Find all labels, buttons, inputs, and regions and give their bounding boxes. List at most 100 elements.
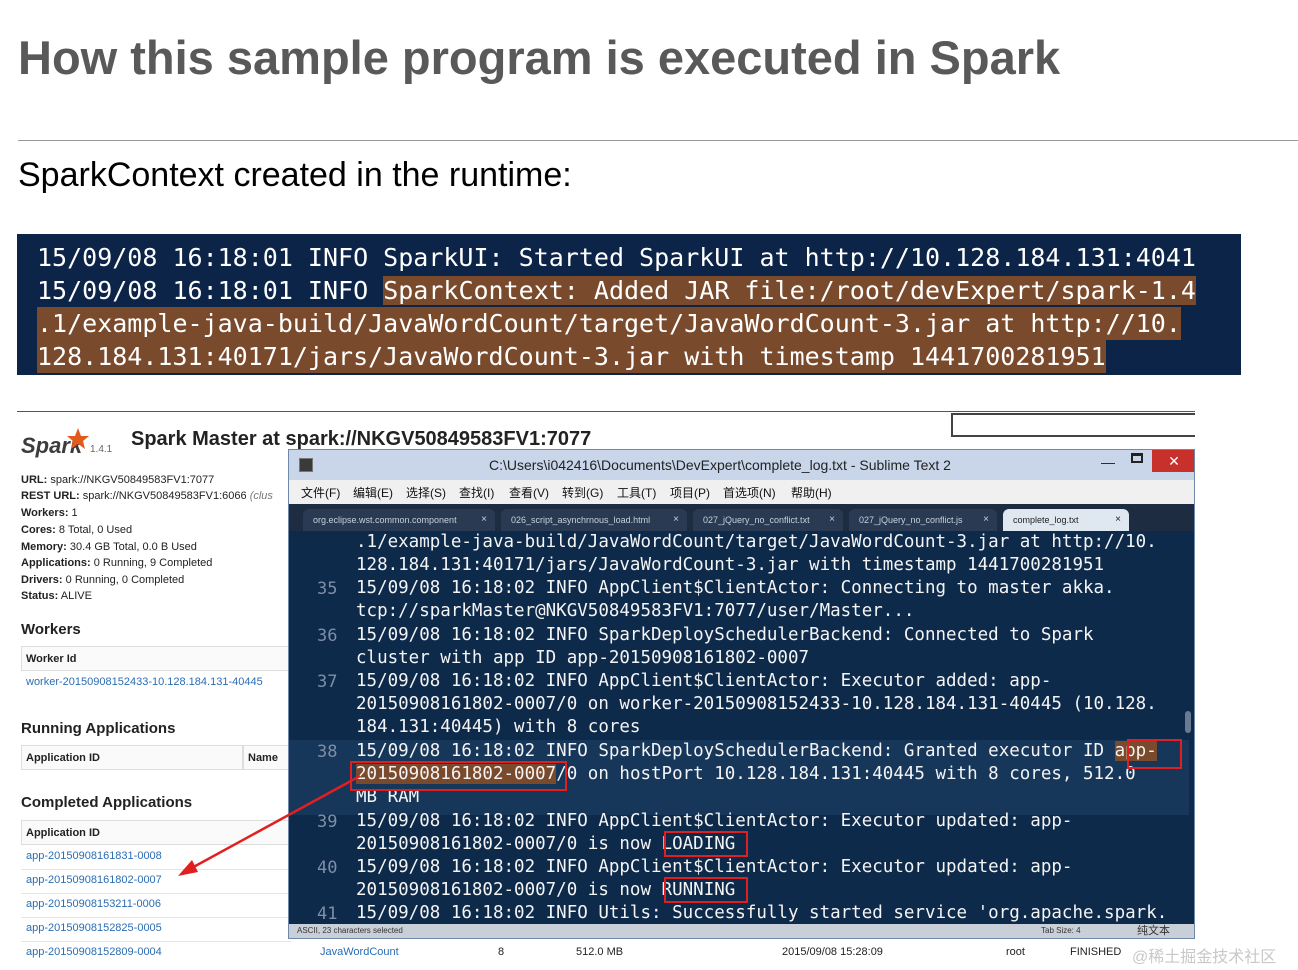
info-value: 8 Total, 0 Used — [58, 524, 133, 536]
app-cores: 8 — [498, 946, 505, 958]
sublime-window: C:\Users\i042416\Documents\DevExpert\com… — [288, 449, 1195, 939]
annotation-box-loading — [664, 831, 748, 857]
tab-eclipse-component[interactable]: org.eclipse.wst.common.component × — [303, 509, 495, 531]
completed-app-link-target[interactable]: app-20150908161802-0007 — [26, 874, 162, 886]
app-user: root — [1006, 946, 1025, 958]
title-divider — [18, 140, 1298, 141]
info-value: spark://NKGV50849583FV1:6066 — [82, 490, 247, 502]
tab-close-icon[interactable]: × — [481, 514, 487, 525]
editor[interactable]: 35 36 37 38 39 40 41 .1/example-java-bui… — [289, 531, 1194, 924]
completed-app-link[interactable]: app-20150908152809-0004 — [26, 946, 162, 958]
log-line-granted: 15/09/08 16:18:02 INFO SparkDeploySchedu… — [356, 741, 1157, 761]
sublime-app-icon[interactable] — [299, 458, 313, 472]
log-line: 15/09/08 16:18:02 INFO AppClient$ClientA… — [356, 811, 1073, 831]
line-number: 38 — [317, 742, 338, 762]
info-status: Status: ALIVE — [21, 590, 92, 602]
tab-label: 026_script_asynchrnous_load.html — [511, 515, 651, 525]
worker-link[interactable]: worker-20150908152433-10.128.184.131-404… — [26, 676, 263, 688]
app-memory: 512.0 MB — [576, 946, 624, 958]
console-selection: SparkContext: Added JAR file:/root/devEx… — [383, 276, 1196, 305]
window-title: C:\Users\i042416\Documents\DevExpert\com… — [489, 457, 951, 473]
info-applications: Applications: 0 Running, 9 Completed — [21, 557, 212, 569]
close-button[interactable]: ✕ — [1152, 450, 1194, 472]
status-tab-size[interactable]: Tab Size: 4 — [1041, 926, 1081, 935]
annotation-box-app-id — [350, 761, 567, 791]
maximize-icon[interactable] — [1131, 453, 1143, 463]
info-label: Drivers: — [21, 574, 63, 586]
app-state: FINISHED — [1070, 946, 1122, 958]
info-label: URL: — [21, 474, 48, 486]
scrollbar-thumb[interactable] — [1185, 711, 1191, 733]
menu-bar: 文件(F) 编辑(E) 选择(S) 查找(I) 查看(V) 转到(G) 工具(T… — [289, 480, 1194, 505]
menu-find[interactable]: 查找(I) — [459, 484, 494, 501]
log-line: 15/09/08 16:18:02 INFO SparkDeploySchedu… — [356, 625, 1094, 645]
log-line: .1/example-java-build/JavaWordCount/targ… — [356, 532, 1157, 552]
tab-label: 027_jQuery_no_conflict.txt — [703, 515, 810, 525]
menu-goto[interactable]: 转到(G) — [562, 484, 603, 501]
running-app-id-header[interactable]: Application ID — [21, 745, 243, 770]
log-line: 15/09/08 16:18:02 INFO AppClient$ClientA… — [356, 671, 1052, 691]
tab-close-icon[interactable]: × — [829, 514, 835, 525]
menu-edit[interactable]: 编辑(E) — [353, 484, 393, 501]
log-text: 20150908161802-0007/0 is now — [356, 880, 662, 900]
info-value: ALIVE — [60, 590, 92, 602]
log-line: 20150908161802-0007/0 on worker-20150908… — [356, 694, 1157, 714]
title-bar[interactable]: C:\Users\i042416\Documents\DevExpert\com… — [289, 450, 1194, 480]
app-name-link[interactable]: JavaWordCount — [320, 946, 399, 958]
console-line-4: 128.184.131:40171/jars/JavaWordCount-3.j… — [37, 340, 1106, 373]
tab-jquery-txt[interactable]: 027_jQuery_no_conflict.txt × — [693, 509, 843, 531]
menu-preferences[interactable]: 首选项(N) — [723, 484, 776, 501]
menu-view[interactable]: 查看(V) — [509, 484, 549, 501]
row-divider — [21, 917, 291, 918]
annotation-box-app-prefix — [1127, 739, 1182, 769]
info-label: Workers: — [21, 507, 69, 519]
tab-complete-log[interactable]: complete_log.txt × — [1003, 509, 1129, 531]
slide-subtitle: SparkContext created in the runtime: — [18, 156, 572, 194]
info-extra: (clus — [249, 490, 273, 502]
tab-jquery-js[interactable]: 027_jQuery_no_conflict.js × — [849, 509, 997, 531]
info-value: 0 Running, 9 Completed — [93, 557, 213, 569]
tab-async-load[interactable]: 026_script_asynchrnous_load.html × — [501, 509, 687, 531]
worker-id-header[interactable]: Worker Id — [21, 646, 291, 671]
tab-close-icon[interactable]: × — [983, 514, 989, 525]
browser-search-box — [951, 413, 1195, 437]
console-line-2-prefix: 15/09/08 16:18:01 INFO — [37, 276, 384, 305]
line-number: 36 — [317, 626, 338, 646]
annotation-box-running — [664, 877, 748, 903]
log-line: 15/09/08 16:18:02 INFO Utils: Successful… — [356, 903, 1168, 923]
tab-label: org.eclipse.wst.common.component — [313, 515, 457, 525]
line-number: 37 — [317, 672, 338, 692]
status-syntax[interactable]: 纯文本 — [1137, 922, 1170, 938]
running-apps-heading: Running Applications — [21, 720, 176, 737]
tab-close-icon[interactable]: × — [673, 514, 679, 525]
tab-bar: org.eclipse.wst.common.component × 026_sc… — [289, 504, 1194, 531]
status-selection-info: ASCII, 23 characters selected — [297, 926, 403, 935]
menu-tools[interactable]: 工具(T) — [617, 484, 656, 501]
info-rest-url: REST URL: spark://NKGV50849583FV1:6066 (… — [21, 490, 273, 502]
completed-app-link[interactable]: app-20150908161831-0008 — [26, 850, 162, 862]
running-name-header[interactable]: Name — [243, 745, 291, 770]
menu-selection[interactable]: 选择(S) — [406, 484, 446, 501]
minimize-icon[interactable]: — — [1101, 454, 1115, 470]
info-value: 0 Running, 0 Completed — [65, 574, 185, 586]
log-line: 184.131:40445) with 8 cores — [356, 717, 641, 737]
info-value: spark://NKGV50849583FV1:7077 — [50, 474, 215, 486]
menu-project[interactable]: 项目(P) — [670, 484, 710, 501]
master-heading: Spark Master at spark://NKGV50849583FV1:… — [131, 428, 592, 450]
log-text: 15/09/08 16:18:02 INFO SparkDeploySchedu… — [356, 741, 1115, 761]
info-label: Memory: — [21, 541, 67, 553]
menu-file[interactable]: 文件(F) — [301, 484, 340, 501]
spark-logo: Spark — [21, 428, 89, 458]
annotation-arrow-icon — [178, 774, 361, 876]
menu-help[interactable]: 帮助(H) — [791, 484, 832, 501]
completed-app-link[interactable]: app-20150908153211-0006 — [26, 898, 161, 910]
info-label: Cores: — [21, 524, 56, 536]
log-text: /0 on hostPort 10.128.184.131:40445 with… — [556, 764, 1136, 784]
completed-app-link[interactable]: app-20150908152825-0005 — [26, 922, 162, 934]
row-divider — [21, 893, 291, 894]
info-label: Applications: — [21, 557, 91, 569]
slide-title: How this sample program is executed in S… — [18, 31, 1061, 84]
console-line-2: 15/09/08 16:18:01 INFO SparkContext: Add… — [37, 274, 1196, 307]
tab-close-icon[interactable]: × — [1115, 514, 1121, 525]
log-line: 15/09/08 16:18:02 INFO AppClient$ClientA… — [356, 578, 1115, 598]
